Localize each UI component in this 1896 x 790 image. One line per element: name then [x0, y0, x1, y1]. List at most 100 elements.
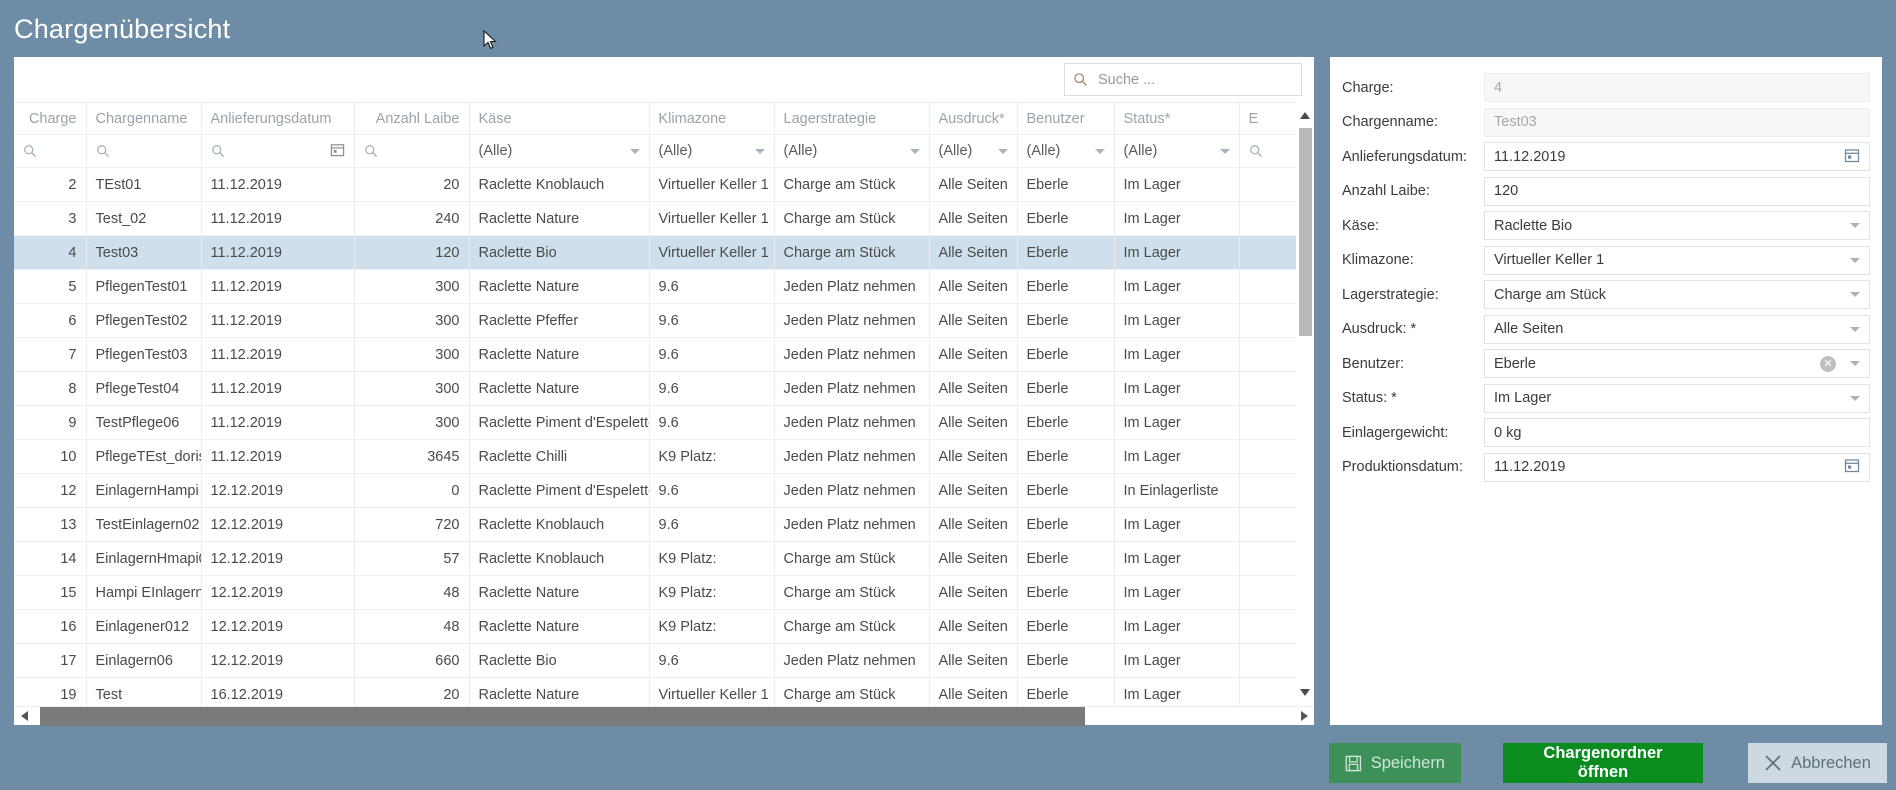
column-header-benutzer[interactable]: Benutzer — [1017, 102, 1115, 135]
table-row[interactable]: 13 TestEinlagern02 12.12.2019 720 Raclette K… — [14, 507, 1314, 542]
field-input-benutzer[interactable]: Eberle ✕ — [1484, 349, 1870, 378]
filter-cell-kaese[interactable]: (Alle) — [469, 134, 650, 168]
search-box[interactable] — [1064, 63, 1302, 96]
table-row[interactable]: 15Hampi EInlagern 0512.12.201948Raclette… — [14, 575, 1314, 610]
search-icon[interactable] — [23, 144, 37, 158]
table-row[interactable]: 4 Test03 11.12.2019 120 Raclette Bio Virtuell… — [14, 235, 1314, 270]
save-button[interactable]: Speichern — [1329, 743, 1461, 783]
cell-klimazone: 9.6 — [649, 473, 775, 508]
table-row[interactable]: 14EinlagernHmapi0312.12.201957Raclette K… — [14, 541, 1314, 576]
table-row[interactable]: 17 Einlagern06 12.12.2019 660 Raclette Bio 9.… — [14, 643, 1314, 678]
table-row[interactable]: 3 Test_02 11.12.2019 240 Raclette Nature Virt… — [14, 201, 1314, 236]
table-row[interactable]: 6 PflegenTest02 11.12.2019 300 Raclette Pfef… — [14, 303, 1314, 338]
search-icon[interactable] — [364, 144, 378, 158]
filter-cell-anzahl_laibe[interactable] — [354, 134, 470, 168]
column-header-status[interactable]: Status* — [1114, 102, 1240, 135]
field-anzahl-laibe: Anzahl Laibe: 120 — [1342, 176, 1870, 206]
cell-chargenname: TEst01 — [86, 167, 202, 202]
clear-icon[interactable]: ✕ — [1820, 355, 1836, 372]
filter-cell-chargenname[interactable] — [86, 134, 202, 168]
horizontal-scroll-thumb[interactable] — [40, 706, 1085, 726]
save-button-label: Speichern — [1370, 753, 1445, 772]
calendar-icon[interactable] — [1844, 147, 1860, 167]
field-input-einlagergewicht[interactable]: 0 kg — [1484, 418, 1870, 447]
table-row[interactable]: 8 PflegeTest04 11.12.2019 300 Raclette Natur… — [14, 371, 1314, 406]
field-input-klimazone[interactable]: Virtueller Keller 1 — [1484, 245, 1870, 275]
calendar-icon[interactable] — [330, 142, 345, 161]
field-input-produktionsdatum[interactable]: 11.12.2019 — [1484, 452, 1870, 482]
scroll-down-icon[interactable] — [1300, 689, 1310, 696]
horizontal-scroll-track[interactable] — [34, 706, 1294, 726]
chevron-down-icon[interactable] — [997, 148, 1008, 154]
filter-cell-charge[interactable] — [14, 134, 87, 168]
scroll-up-icon[interactable] — [1300, 112, 1310, 119]
field-input-lagerstrategie[interactable]: Charge am Stück — [1484, 280, 1870, 309]
search-icon[interactable] — [1249, 144, 1263, 158]
table-row[interactable]: 10PflegeTEst_doris0111.12.20193645Raclet… — [14, 439, 1314, 474]
field-input-anlieferungsdatum[interactable]: 11.12.2019 — [1484, 142, 1870, 171]
field-input-ausdruck[interactable]: Alle Seiten — [1484, 314, 1870, 344]
filter-row[interactable]: (Alle) (Alle) (Alle) (Alle) (Alle) (Alle) — [14, 134, 1314, 168]
search-input[interactable] — [1096, 70, 1293, 89]
column-header-ausdruck[interactable]: Ausdruck* — [929, 102, 1018, 135]
chevron-down-icon[interactable] — [1850, 326, 1860, 332]
column-header-chargenname[interactable]: Chargenname — [86, 102, 202, 135]
chevron-down-icon[interactable] — [1094, 148, 1105, 154]
vertical-scrollbar[interactable] — [1296, 102, 1314, 706]
filter-cell-lagerstrategie[interactable]: (Alle) — [774, 134, 930, 168]
open-batch-folder-button[interactable]: Chargenordner öffnen — [1503, 743, 1703, 783]
grid-scroll-area[interactable]: Charge Chargenname Anlieferungsdatum Anzahl… — [14, 102, 1314, 706]
filter-cell-status[interactable]: (Alle) — [1114, 134, 1240, 168]
chevron-down-icon[interactable] — [909, 148, 920, 154]
filter-value-klimazone: (Alle) — [658, 143, 693, 159]
table-row[interactable]: 12 EinlagernHampi 12.12.2019 0 Raclette Pime… — [14, 473, 1314, 508]
column-header-anzahl_laibe[interactable]: Anzahl Laibe — [354, 102, 470, 135]
field-input-status[interactable]: Im Lager — [1484, 383, 1870, 413]
field-label-ausdruck: Ausdruck: * — [1342, 321, 1417, 337]
column-header-anlieferungsdatum[interactable]: Anlieferungsdatum — [201, 102, 355, 135]
chevron-down-icon[interactable] — [754, 148, 765, 154]
table-row[interactable]: 2 TEst01 11.12.2019 20 Raclette Knoblauch Vir… — [14, 167, 1314, 202]
cell-ausdruck: Alle Seiten — [929, 473, 1018, 508]
cell-ausdruck: Alle Seiten — [929, 337, 1018, 372]
filter-cell-benutzer[interactable]: (Alle) — [1017, 134, 1115, 168]
chevron-down-icon[interactable] — [1219, 148, 1230, 154]
chevron-down-icon[interactable] — [1850, 395, 1860, 401]
field-input-anzahl-laibe[interactable]: 120 — [1484, 176, 1870, 206]
chevron-down-icon[interactable] — [1850, 292, 1860, 297]
chevron-down-icon[interactable] — [1850, 257, 1860, 263]
table-row[interactable]: 16 Einlagener012 12.12.2019 48 Raclette Natu… — [14, 609, 1314, 644]
field-input-käse[interactable]: Raclette Bio — [1484, 211, 1870, 240]
filter-cell-klimazone[interactable]: (Alle) — [649, 134, 775, 168]
calendar-icon[interactable] — [1844, 457, 1860, 477]
table-row[interactable]: 9 TestPflege06 11.12.2019 300 Raclette Pimen… — [14, 405, 1314, 440]
chevron-down-icon[interactable] — [629, 148, 640, 154]
cell-anzahl_laibe: 300 — [354, 269, 470, 304]
column-header-kaese[interactable]: Käse — [469, 102, 650, 135]
scroll-right-button[interactable] — [1294, 707, 1314, 726]
batch-table: Charge Chargenname Anlieferungsdatum Anzahl… — [14, 102, 1314, 706]
cancel-button[interactable]: Abbrechen — [1748, 743, 1887, 783]
vertical-scroll-thumb[interactable] — [1299, 128, 1312, 336]
column-header-charge[interactable]: Charge — [14, 102, 87, 135]
column-header-klimazone[interactable]: Klimazone — [649, 102, 775, 135]
scroll-left-button[interactable] — [14, 707, 34, 726]
cell-kaese: Raclette Bio — [469, 235, 650, 270]
cell-anlieferungsdatum: 11.12.2019 — [201, 371, 355, 406]
cell-benutzer: Eberle — [1017, 473, 1115, 508]
table-row[interactable]: 5 PflegenTest01 11.12.2019 300 Raclette Natu… — [14, 269, 1314, 304]
search-icon[interactable] — [211, 144, 225, 158]
search-icon[interactable] — [96, 144, 110, 158]
table-row[interactable]: 19 Test 16.12.2019 20 Raclette Nature Virtuel… — [14, 677, 1314, 706]
horizontal-scrollbar[interactable] — [14, 706, 1314, 726]
chevron-down-icon[interactable] — [1850, 223, 1860, 228]
cell-lagerstrategie: Jeden Platz nehmen — [774, 337, 930, 372]
filter-cell-anlieferungsdatum[interactable] — [201, 134, 355, 168]
cell-lagerstrategie: Jeden Platz nehmen — [774, 269, 930, 304]
chevron-down-icon[interactable] — [1850, 361, 1860, 366]
table-row[interactable]: 7 PflegenTest03 11.12.2019 300 Raclette Natu… — [14, 337, 1314, 372]
filter-cell-ausdruck[interactable]: (Alle) — [929, 134, 1018, 168]
field-value-ausdruck: Alle Seiten — [1494, 321, 1564, 337]
field-label-anzahl-laibe: Anzahl Laibe: — [1342, 183, 1430, 199]
column-header-lagerstrategie[interactable]: Lagerstrategie — [774, 102, 930, 135]
